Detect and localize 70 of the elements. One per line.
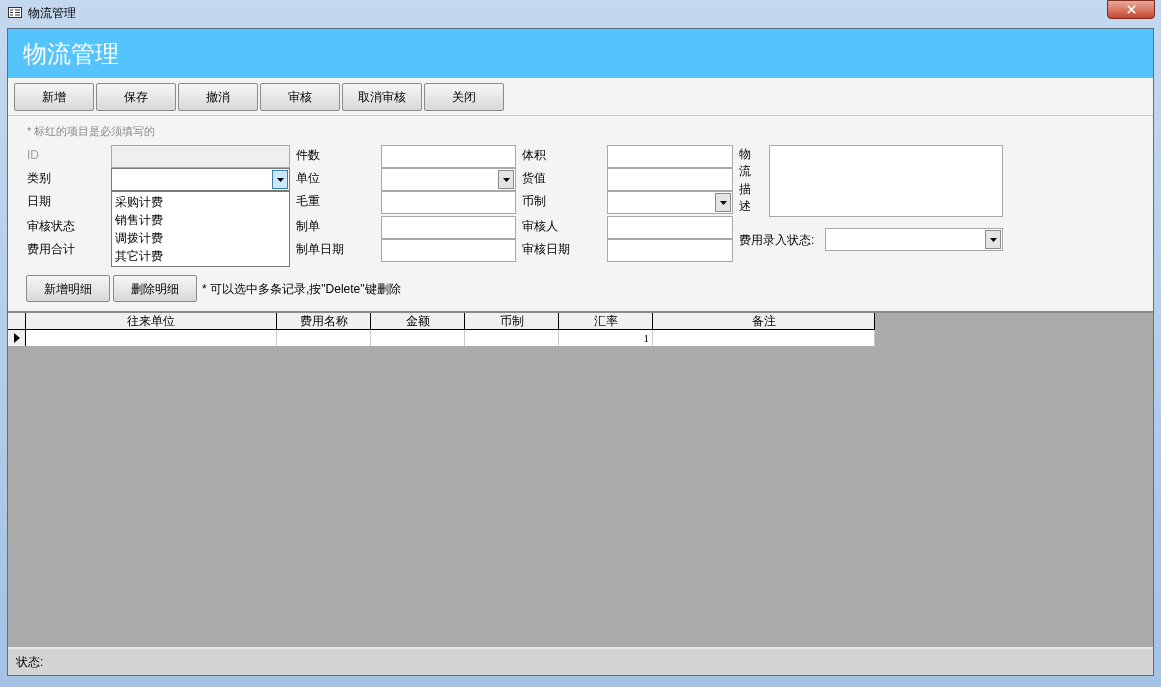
table-cell[interactable] [277, 330, 371, 346]
input-field[interactable] [607, 216, 733, 239]
field-label: 费用录入状态: [739, 231, 815, 249]
field-label: 制单日期 [296, 241, 344, 258]
input-field[interactable] [607, 239, 733, 262]
current-row-icon [13, 333, 20, 343]
field-label: 费用合计 [27, 241, 75, 258]
toolbar-button[interactable]: 关闭 [424, 82, 504, 111]
table-cell[interactable] [26, 330, 277, 346]
caret-icon [719, 200, 727, 205]
field-label: 审核状态 [27, 218, 75, 235]
dropdown-arrow-button[interactable] [498, 170, 514, 189]
field-label: 体积 [522, 147, 546, 164]
table-cell[interactable] [371, 330, 465, 346]
column-header[interactable]: 费用名称 [277, 313, 371, 330]
dropdown-option[interactable]: 其它计费 [112, 247, 289, 265]
dropdown-arrow-button[interactable] [272, 170, 288, 189]
column-header[interactable]: 备注 [653, 313, 875, 330]
toolbar-button[interactable]: 撤消 [178, 82, 258, 111]
dropdown-arrow-button[interactable] [985, 230, 1001, 249]
row-selector[interactable] [8, 330, 26, 346]
column-header[interactable]: 币制 [465, 313, 559, 330]
caret-icon [276, 177, 284, 182]
description-textarea[interactable] [769, 145, 1003, 217]
close-icon [1124, 3, 1138, 16]
combo-box[interactable] [111, 168, 290, 191]
field-label: ID [27, 147, 39, 164]
column-header[interactable]: 汇率 [559, 313, 653, 330]
table-cell[interactable] [465, 330, 559, 346]
input-field[interactable] [607, 145, 733, 168]
dropdown-option[interactable]: 销售计费 [112, 211, 289, 229]
field-label: 件数 [296, 147, 320, 164]
field-label: 制单 [296, 218, 320, 235]
select-all-corner[interactable] [8, 313, 26, 330]
toolbar-button[interactable]: 保存 [96, 82, 176, 111]
dropdown-option[interactable]: 调拨计费 [112, 229, 289, 247]
table-cell[interactable] [653, 330, 875, 346]
toolbar-button[interactable]: 新增 [14, 82, 94, 111]
toolbar-button[interactable]: 取消审核 [342, 82, 422, 111]
detail-note: * 可以选中多条记录,按"Delete"键删除 [202, 280, 401, 298]
status-label: 状态: [16, 654, 44, 671]
form-icon [8, 7, 22, 18]
caret-icon [989, 237, 997, 242]
input-field[interactable] [381, 145, 516, 168]
required-note: * 标红的项目是必须填写的 [27, 124, 157, 138]
field-label: 单位 [296, 170, 320, 187]
header-title: 物流管理 [23, 38, 119, 69]
column-header[interactable]: 往来单位 [26, 313, 277, 330]
table-cell[interactable]: 1 [559, 330, 653, 346]
field-label: 币制 [522, 193, 546, 210]
description-label: 物流描述 [739, 146, 751, 216]
input-field[interactable] [381, 216, 516, 239]
input-field[interactable] [381, 239, 516, 262]
detail-button[interactable]: 删除明细 [113, 275, 197, 302]
field-label: 货值 [522, 170, 546, 187]
field-label: 审核人 [522, 218, 558, 235]
field-label: 日期 [27, 193, 51, 210]
input-field[interactable] [381, 191, 516, 214]
column-header[interactable]: 金额 [371, 313, 465, 330]
close-button[interactable] [1107, 0, 1155, 19]
window-title: 物流管理 [28, 5, 76, 21]
caret-icon [502, 177, 510, 182]
field-label: 类别 [27, 170, 51, 187]
field-label: 毛重 [296, 193, 320, 210]
toolbar-button[interactable]: 审核 [260, 82, 340, 111]
input-field[interactable] [607, 168, 733, 191]
dropdown-option[interactable]: 采购计费 [112, 193, 289, 211]
detail-button[interactable]: 新增明细 [26, 275, 110, 302]
dropdown-arrow-button[interactable] [715, 193, 731, 212]
field-label: 审核日期 [522, 241, 570, 258]
